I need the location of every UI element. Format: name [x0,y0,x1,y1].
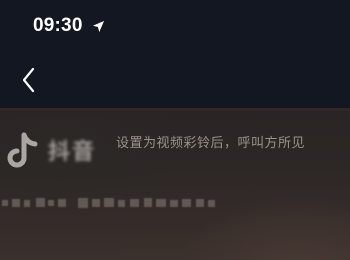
status-bar: 09:30 [0,0,350,52]
app-name: 抖音 [48,140,97,165]
tiktok-logo-icon [7,132,38,168]
status-time: 09:30 [33,15,83,36]
back-button[interactable] [14,64,44,96]
app-watermark: 抖音 [6,130,126,174]
location-arrow-icon [92,20,105,33]
ringtone-hint-text: 设置为视频彩铃后，呼叫方所见 [116,136,306,151]
video-preview[interactable]: 抖音 设置为视频彩铃后，呼叫方所见 [0,108,350,260]
blurred-username [2,196,222,210]
screen: 09:30 抖音 设置为视频彩铃后，呼叫方所见 [0,0,350,260]
nav-bar [0,52,350,108]
chevron-left-icon [22,67,35,93]
